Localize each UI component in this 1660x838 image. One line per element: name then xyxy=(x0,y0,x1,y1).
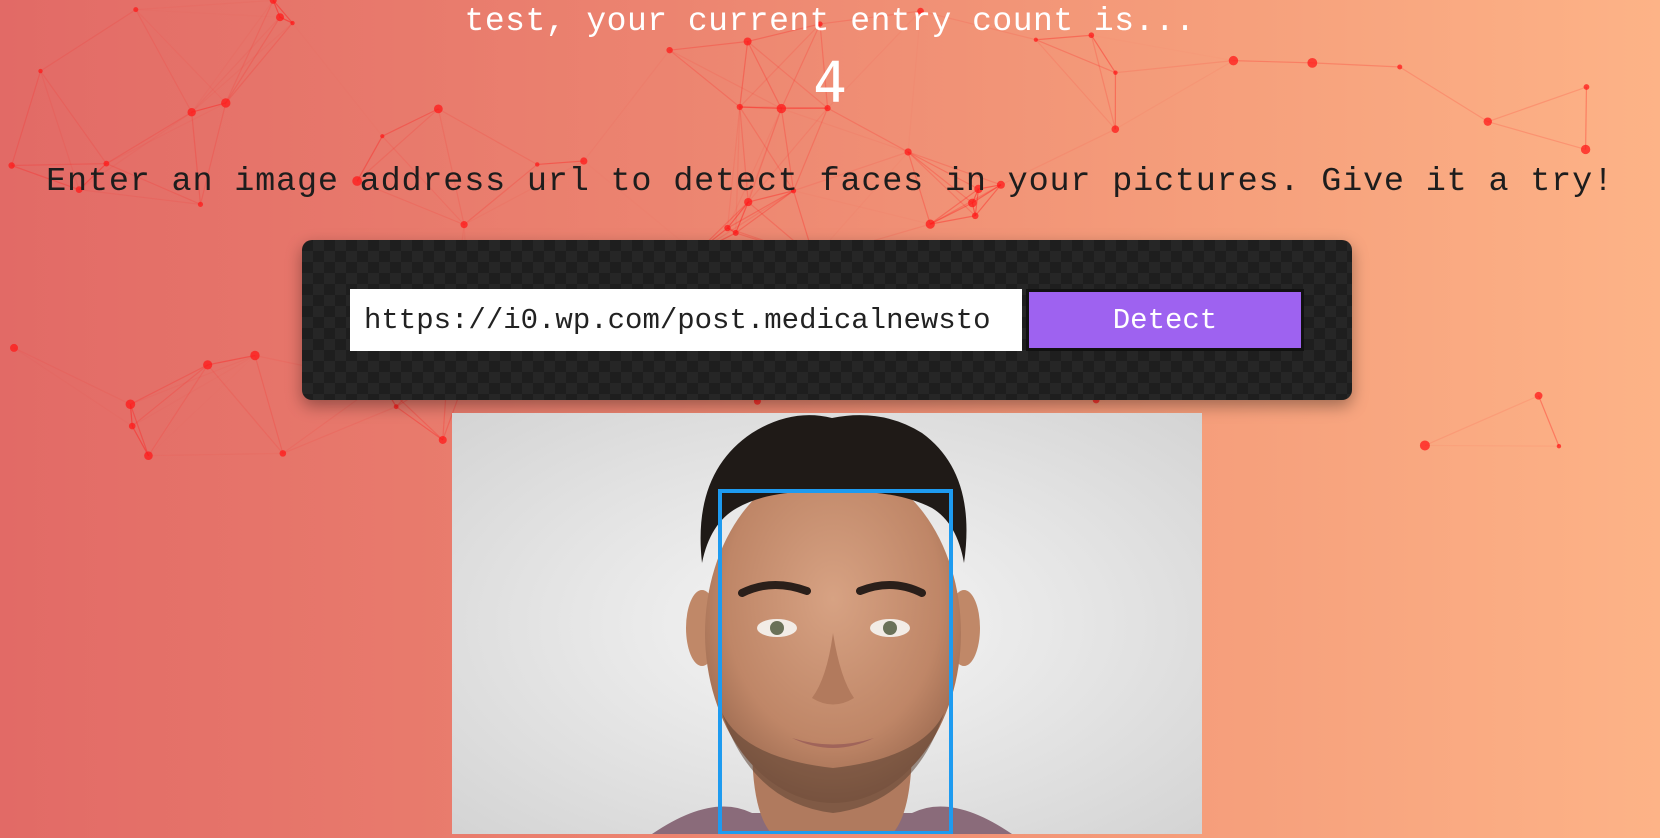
particle-node xyxy=(724,224,731,232)
particle-node xyxy=(279,450,287,457)
particle-link xyxy=(130,364,208,405)
particle-link xyxy=(131,364,209,427)
particle-node xyxy=(380,134,385,139)
particle-link xyxy=(254,355,284,454)
particle-node xyxy=(971,212,979,220)
particle-link xyxy=(727,227,737,234)
particle-node xyxy=(438,435,447,444)
particle-link xyxy=(1424,395,1539,446)
particle-node xyxy=(1580,144,1591,155)
particle-node xyxy=(250,350,260,361)
particle-node xyxy=(1534,391,1543,400)
particle-node xyxy=(1556,443,1562,449)
particle-link xyxy=(207,364,284,454)
particle-link xyxy=(129,404,133,427)
instructions-text: Enter an image address url to detect fac… xyxy=(46,163,1614,201)
particle-link xyxy=(971,202,976,216)
particle-link xyxy=(148,452,283,457)
particle-link xyxy=(207,354,256,366)
particle-node xyxy=(393,404,399,410)
face-image xyxy=(452,413,1202,834)
particle-link xyxy=(147,364,209,456)
face-bounding-box xyxy=(718,489,953,834)
particle-link xyxy=(1538,395,1560,447)
particle-link xyxy=(129,404,150,456)
particle-link xyxy=(130,354,256,405)
particle-link xyxy=(14,348,132,426)
entry-count-value: 4 xyxy=(813,51,847,116)
entry-count-text: test, your current entry count is... xyxy=(464,3,1196,40)
particle-link xyxy=(735,201,749,234)
particle-link xyxy=(148,356,255,456)
particle-node xyxy=(732,229,739,236)
particle-node xyxy=(904,148,912,156)
particle-node xyxy=(925,219,935,229)
particle-node xyxy=(1419,440,1430,451)
particle-node xyxy=(10,343,19,352)
particle-node xyxy=(1111,125,1120,133)
particle-link xyxy=(13,347,131,405)
particle-link xyxy=(930,215,976,225)
particle-link xyxy=(282,406,397,454)
particle-node xyxy=(125,399,136,410)
particle-link xyxy=(727,201,749,229)
particle-node xyxy=(203,360,213,370)
particle-node xyxy=(460,221,468,229)
detect-button[interactable]: Detect xyxy=(1026,289,1304,351)
particle-node xyxy=(128,422,136,430)
url-form-panel: Detect xyxy=(302,240,1352,400)
particle-link xyxy=(131,425,149,456)
particle-link xyxy=(132,356,255,427)
particle-link xyxy=(395,406,444,441)
image-url-input[interactable] xyxy=(350,289,1022,351)
particle-link xyxy=(1424,444,1559,447)
particle-link xyxy=(929,202,973,225)
particle-link xyxy=(1487,121,1586,151)
particle-node xyxy=(144,451,153,460)
